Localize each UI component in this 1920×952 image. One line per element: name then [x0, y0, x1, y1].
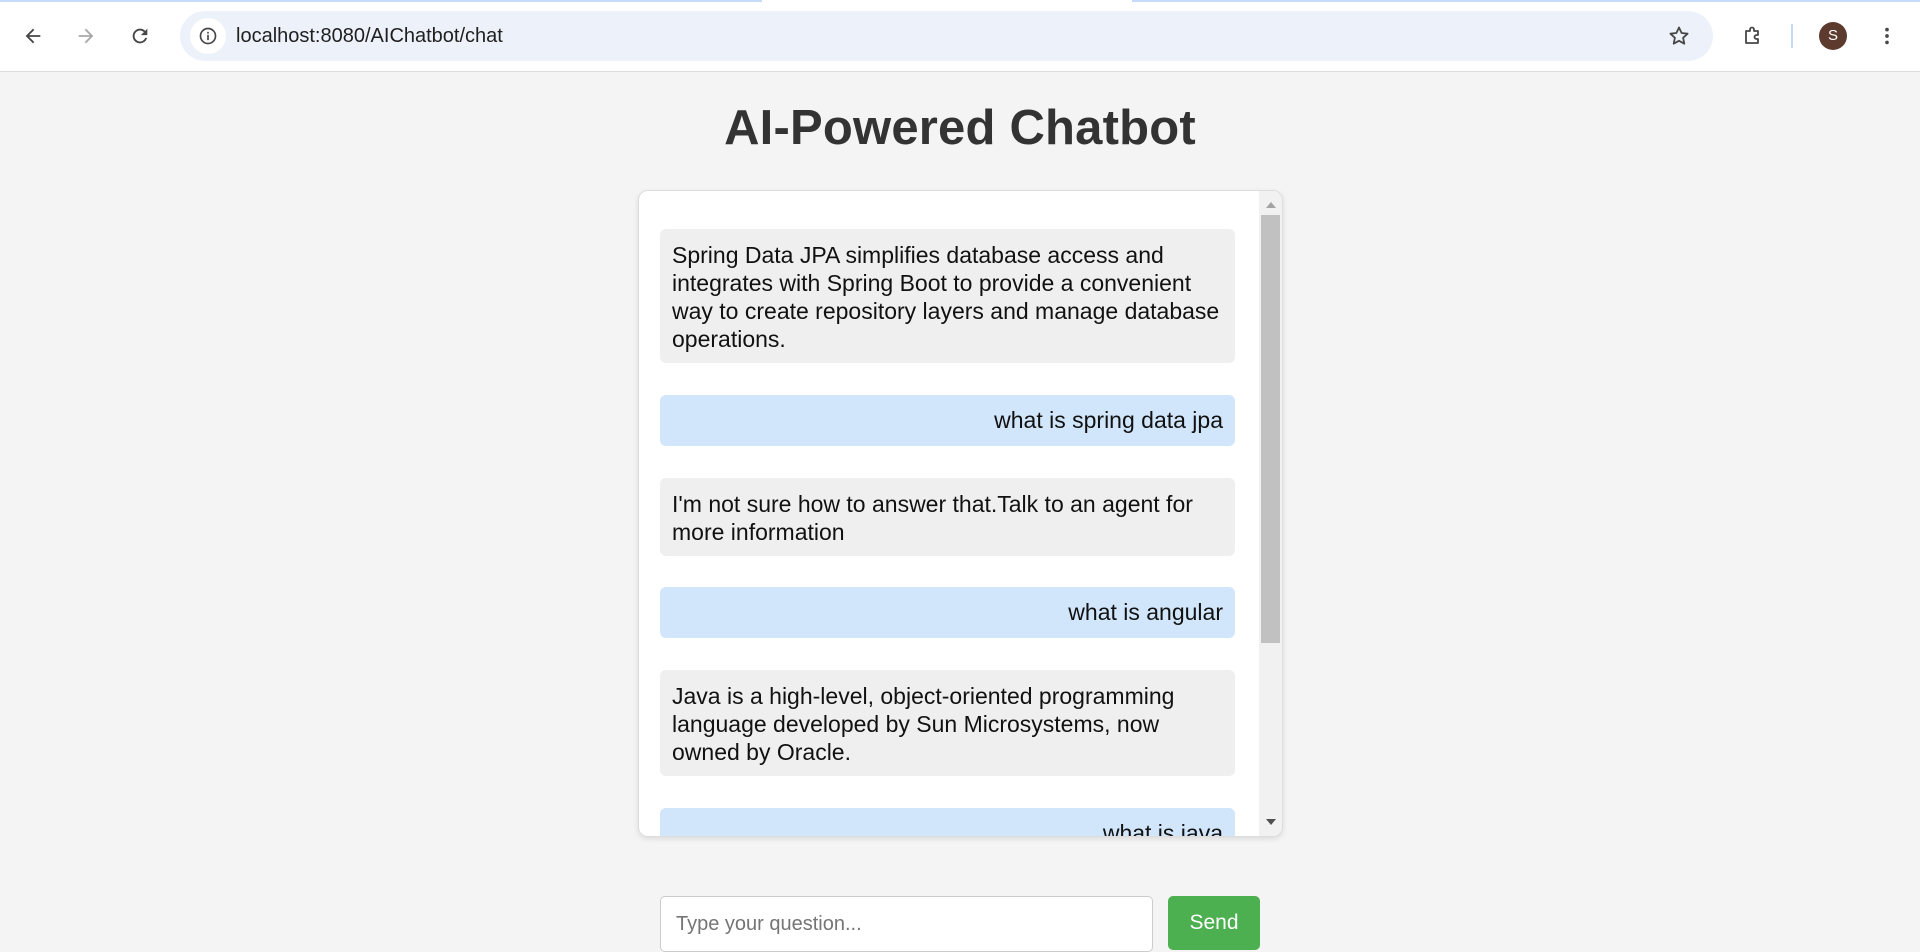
arrow-right-icon — [78, 28, 94, 44]
browser-toolbar: localhost:8080/AIChatbot/chat S — [0, 0, 1920, 72]
profile-avatar[interactable]: S — [1819, 22, 1847, 50]
page-title: AI-Powered Chatbot — [724, 101, 1196, 155]
site-info-button[interactable] — [190, 18, 226, 54]
puzzle-icon — [1745, 26, 1759, 44]
composer: Send — [660, 896, 1260, 952]
scroll-thumb[interactable] — [1261, 215, 1280, 643]
toolbar-divider — [1791, 24, 1793, 48]
tab-strip-indicator — [1132, 0, 1920, 2]
reload-button[interactable] — [121, 17, 159, 55]
scroll-up-button[interactable] — [1259, 195, 1282, 215]
triangle-up-icon — [1265, 202, 1276, 208]
bookmark-button[interactable] — [1661, 18, 1697, 54]
forward-button[interactable] — [67, 17, 105, 55]
question-input[interactable] — [660, 896, 1153, 952]
message-list[interactable]: Spring Data JPA simplifies database acce… — [639, 191, 1259, 836]
back-button[interactable] — [14, 17, 52, 55]
scroll-down-button[interactable] — [1259, 812, 1282, 832]
tab-strip-indicator — [0, 0, 762, 2]
send-button[interactable]: Send — [1168, 896, 1260, 950]
bot-message: I'm not sure how to answer that.Talk to … — [660, 478, 1235, 556]
address-bar[interactable]: localhost:8080/AIChatbot/chat — [180, 11, 1713, 61]
chat-window: Spring Data JPA simplifies database acce… — [638, 190, 1283, 837]
user-message: what is spring data jpa — [660, 395, 1235, 446]
browser-menu-button[interactable] — [1868, 17, 1906, 55]
site-info-icon — [199, 27, 217, 45]
bot-message: Java is a high-level, object-oriented pr… — [660, 670, 1235, 776]
arrow-left-icon — [25, 28, 41, 44]
extensions-button[interactable] — [1734, 17, 1772, 55]
kebab-menu-icon — [1885, 27, 1889, 45]
triangle-down-icon — [1265, 819, 1276, 825]
reload-icon — [132, 28, 148, 44]
bot-message: Spring Data JPA simplifies database acce… — [660, 229, 1235, 363]
user-message: what is java — [660, 808, 1235, 836]
chat-scrollbar[interactable] — [1259, 191, 1282, 836]
url-text[interactable]: localhost:8080/AIChatbot/chat — [236, 25, 503, 48]
star-icon — [1669, 26, 1689, 45]
user-message: what is angular — [660, 587, 1235, 638]
